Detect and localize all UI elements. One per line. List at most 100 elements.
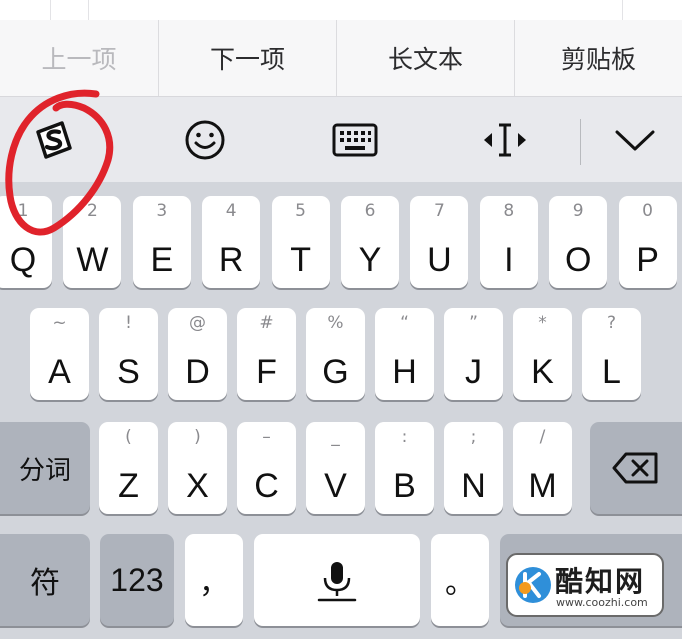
cursor-move-icon: [484, 123, 526, 156]
key-hint: ”: [469, 313, 478, 333]
key-hint: !: [125, 313, 132, 333]
key-j[interactable]: ” J: [444, 308, 503, 400]
cursor-move-button[interactable]: [460, 97, 550, 182]
key-hint: _: [331, 427, 340, 447]
segment-key[interactable]: 分词: [0, 422, 90, 514]
key-g[interactable]: % G: [306, 308, 365, 400]
key-u[interactable]: 7U: [410, 196, 469, 288]
key-i[interactable]: 8I: [479, 196, 538, 288]
keyboard-switch-button[interactable]: [310, 97, 400, 182]
key-hint: 4: [225, 201, 237, 221]
ime-bar-divider: [580, 119, 581, 165]
key-letter: M: [528, 467, 557, 505]
input-accessory-toolbar: 上一项 下一项 长文本 剪贴板: [0, 20, 682, 97]
key-letter: D: [185, 353, 210, 391]
next-item-button[interactable]: 下一项: [159, 20, 336, 96]
key-letter: A: [48, 353, 71, 391]
space-key[interactable]: [254, 534, 420, 626]
key-letter: U: [427, 241, 452, 279]
key-hint: 7: [433, 201, 445, 221]
chevron-down-icon: [615, 130, 655, 150]
key-s[interactable]: ! S: [99, 308, 158, 400]
hide-keyboard-button[interactable]: [595, 97, 675, 182]
key-f[interactable]: # F: [237, 308, 296, 400]
next-item-label: 下一项: [209, 45, 285, 74]
key-o[interactable]: 9O: [549, 196, 608, 288]
key-w[interactable]: 2W: [63, 196, 122, 288]
key-letter: G: [322, 353, 349, 391]
key-letter: T: [290, 241, 311, 279]
key-hint: 9: [572, 201, 584, 221]
content-area-edge: [0, 0, 682, 21]
key-letter: I: [504, 241, 514, 279]
key-x[interactable]: ) X: [168, 422, 227, 514]
key-m[interactable]: / M: [513, 422, 572, 514]
cell-divider: [50, 0, 51, 20]
key-hint: @: [189, 313, 206, 333]
key-hint: ;: [470, 427, 477, 447]
ime-function-bar: [0, 97, 682, 182]
period-key-label: 。: [445, 566, 475, 601]
key-hint: 1: [17, 201, 29, 221]
key-letter: J: [465, 353, 482, 391]
keyboard-icon: [332, 123, 378, 156]
number-key[interactable]: 123: [100, 534, 174, 626]
key-hint: /: [539, 427, 546, 447]
sogou-logo-icon: [36, 120, 72, 159]
key-hint: “: [400, 313, 409, 333]
long-text-button[interactable]: 长文本: [337, 20, 514, 96]
watermark-title: 酷知网: [555, 565, 646, 598]
key-c[interactable]: – C: [237, 422, 296, 514]
clipboard-label: 剪贴板: [560, 45, 636, 74]
key-b[interactable]: :B: [375, 422, 434, 514]
key-n[interactable]: ; N: [444, 422, 503, 514]
key-hint: ): [194, 427, 201, 447]
long-text-label: 长文本: [387, 45, 463, 74]
key-hint: (: [125, 427, 132, 447]
key-z[interactable]: (Z: [99, 422, 158, 514]
key-hint: :: [401, 427, 408, 447]
sogou-logo-button[interactable]: [10, 97, 98, 182]
key-p[interactable]: 0P: [618, 196, 677, 288]
comma-key-label: ，: [199, 566, 229, 601]
key-h[interactable]: “H: [375, 308, 434, 400]
key-letter: O: [564, 241, 592, 279]
key-hint: –: [262, 427, 271, 447]
key-hint: 3: [156, 201, 168, 221]
key-a[interactable]: ~ A: [30, 308, 89, 400]
key-e[interactable]: 3E: [132, 196, 191, 288]
key-hint: ~: [52, 313, 67, 333]
key-hint: 2: [86, 201, 98, 221]
symbol-key[interactable]: 符: [0, 534, 90, 626]
key-letter: H: [392, 353, 417, 391]
key-y[interactable]: 6Y: [341, 196, 399, 288]
key-hint: #: [259, 313, 274, 333]
key-r[interactable]: 4R: [202, 196, 261, 288]
key-t[interactable]: 5T: [271, 196, 330, 288]
key-d[interactable]: @ D: [168, 308, 227, 400]
key-letter: N: [461, 467, 486, 505]
emoji-button[interactable]: [160, 97, 250, 182]
cell-divider: [88, 0, 89, 20]
prev-item-button[interactable]: 上一项: [0, 20, 158, 96]
microphone-icon: [317, 562, 357, 602]
key-letter: W: [76, 241, 109, 279]
comma-key[interactable]: ，: [185, 534, 243, 626]
key-k[interactable]: * K: [513, 308, 572, 400]
segment-key-label: 分词: [18, 455, 71, 486]
key-hint: 5: [295, 201, 306, 221]
key-l[interactable]: ? L: [582, 308, 641, 400]
key-letter: Y: [358, 241, 382, 279]
key-letter: X: [186, 467, 209, 505]
key-letter: Q: [9, 241, 37, 279]
symbol-key-label: 符: [30, 566, 60, 601]
key-letter: R: [218, 241, 244, 279]
emoji-icon: [185, 120, 225, 159]
backspace-key[interactable]: [590, 422, 682, 514]
key-letter: B: [393, 467, 416, 505]
key-hint: ?: [606, 313, 617, 333]
key-v[interactable]: _ V: [306, 422, 365, 514]
period-key[interactable]: 。: [431, 534, 489, 626]
clipboard-button[interactable]: 剪贴板: [515, 20, 682, 96]
key-q[interactable]: 1Q: [0, 196, 52, 288]
